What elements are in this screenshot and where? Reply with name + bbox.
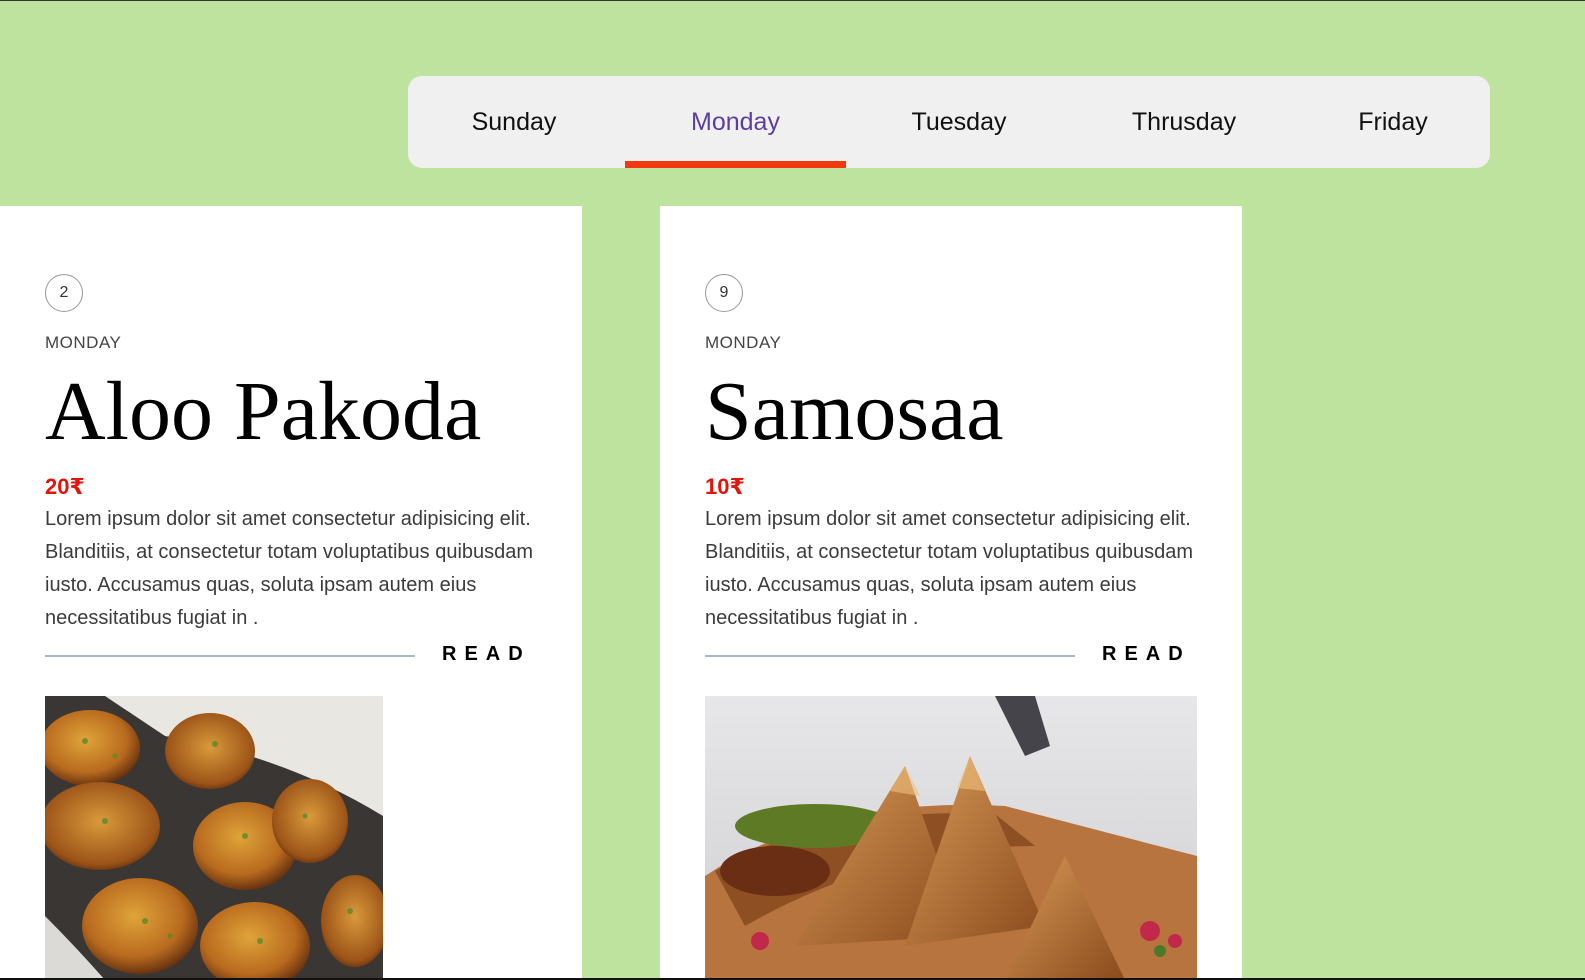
tab-friday[interactable]: Friday: [1296, 76, 1490, 168]
item-description: Lorem ipsum dolor sit amet consectetur a…: [45, 508, 534, 629]
item-price: 20₹: [45, 474, 85, 499]
item-day: MONDAY: [45, 333, 122, 352]
read-button[interactable]: READ: [1102, 643, 1191, 666]
tab-sunday[interactable]: Sunday: [408, 76, 620, 168]
tab-tuesday[interactable]: Tuesday: [846, 76, 1072, 168]
read-button[interactable]: READ: [442, 643, 531, 666]
divider: [45, 655, 415, 657]
item-price: 10₹: [705, 474, 745, 499]
item-number-badge: 2: [45, 274, 83, 312]
tab-thrusday[interactable]: Thrusday: [1072, 76, 1296, 168]
day-tabs: Sunday Monday Tuesday Thrusday Friday: [408, 76, 1490, 168]
tab-monday[interactable]: Monday: [625, 76, 846, 168]
item-title: Aloo Pakoda: [45, 365, 482, 458]
item-day: MONDAY: [705, 333, 782, 352]
item-number-badge: 9: [705, 274, 743, 312]
samosa-photo: [705, 696, 1197, 980]
divider: [705, 655, 1075, 657]
item-title: Samosaa: [705, 365, 1004, 458]
item-description: Lorem ipsum dolor sit amet consectetur a…: [705, 508, 1194, 629]
top-border: [0, 0, 1585, 1]
aloo-pakoda-photo: [45, 696, 383, 980]
